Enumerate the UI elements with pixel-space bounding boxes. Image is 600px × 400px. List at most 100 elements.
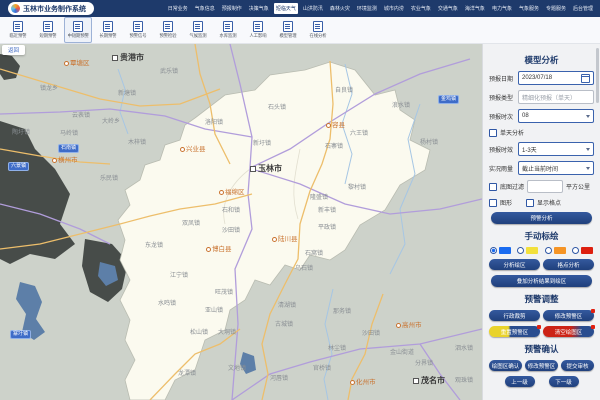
nav-item-2[interactable]: 预报制作 (220, 3, 244, 14)
document-icon (103, 21, 113, 32)
tab-label: 长期预警 (99, 33, 116, 39)
nav-item-14[interactable]: 专题服务 (544, 3, 568, 14)
panel-scrollbar[interactable] (596, 48, 599, 103)
tab-10[interactable]: 在线分析 (304, 17, 332, 43)
modify-warning-area-button[interactable]: 修改预警区 (543, 310, 594, 321)
forecast-validity-select[interactable]: 1-3天 (518, 142, 594, 156)
modify-warning-area-confirm-button[interactable]: 修改预警区 (525, 360, 558, 371)
top-header: 玉林市业务制作系统 日常业务气象信息预报制作决策气象短临天气山洪防汛森林火灾环境… (0, 0, 600, 17)
red-swatch (581, 247, 593, 254)
chevron-down-icon (586, 115, 590, 118)
forecast-date-input[interactable]: 2023/07/18 (518, 71, 594, 85)
nav-item-0[interactable]: 日常业务 (166, 3, 190, 14)
tab-9[interactable]: 模型管理 (274, 17, 302, 43)
forecast-date-label: 预报日期 (489, 74, 515, 83)
clear-draw-area-button[interactable]: 清空绘图区 (543, 326, 594, 337)
single-day-label: 单天分析 (500, 128, 524, 137)
chevron-down-icon (586, 148, 590, 151)
forecast-time-select[interactable]: 08 (518, 109, 594, 123)
tab-label: 临近预警 (9, 33, 26, 39)
map-canvas[interactable]: 贵港市玉林市茂名市覃塘区横州市兴业县容县福绵区陆川县博白县高州市化州市武乐镇镇龙… (0, 44, 482, 400)
single-day-checkbox[interactable] (489, 129, 497, 137)
forecast-validity-label: 预报时效 (489, 145, 515, 154)
tab-label: 气候监测 (189, 33, 206, 39)
top-nav: 日常业务气象信息预报制作决策气象短临天气山洪防汛森林火灾环境监测城市内涝农业气象… (166, 3, 595, 14)
model-analysis-panel: 模型分析 预报日期 2023/07/18 预报类型 精细化预报（单天） 预报时次… (482, 44, 600, 400)
warning-confirm-title: 预警确认 (489, 343, 594, 355)
app-window: 玉林市业务制作系统 日常业务气象信息预报制作决策气象短临天气山洪防汛森林火灾环境… (0, 0, 600, 400)
next-button[interactable]: 下一级 (549, 376, 579, 387)
document-icon (193, 21, 203, 32)
document-icon (253, 21, 263, 32)
tab-4[interactable]: 预警信号 (124, 17, 152, 43)
document-icon (223, 21, 233, 32)
map-base (0, 44, 482, 400)
nav-item-3[interactable]: 决策气象 (247, 3, 271, 14)
document-icon (43, 21, 53, 32)
nav-item-4[interactable]: 短临天气 (274, 3, 298, 14)
tab-label: 人工影响 (249, 33, 266, 39)
yellow-swatch (526, 247, 538, 254)
color-radio-red[interactable] (572, 247, 579, 254)
document-icon (73, 21, 83, 32)
admin-clip-button[interactable]: 行政裁剪 (489, 310, 540, 321)
color-radio-yellow[interactable] (517, 247, 524, 254)
nav-item-8[interactable]: 城市内涝 (382, 3, 406, 14)
graphic-label: 图形 (500, 198, 512, 207)
calendar-icon[interactable] (581, 74, 590, 83)
forecast-type-label: 预报类型 (489, 93, 515, 102)
map-back-button[interactable]: 返回 (2, 45, 25, 55)
panel-title: 模型分析 (489, 54, 594, 66)
tab-1[interactable]: 短期预警 (34, 17, 62, 43)
rainfall-select[interactable]: 截止当前时间 (518, 161, 594, 175)
nav-item-5[interactable]: 山洪防汛 (301, 3, 325, 14)
area-threshold-input[interactable] (527, 180, 563, 193)
rainfall-value: 截止当前时间 (522, 164, 558, 173)
graphic-checkbox[interactable] (489, 199, 497, 207)
basemap-filter-checkbox[interactable] (489, 183, 497, 191)
area-unit-label: 平方公里 (566, 182, 590, 191)
tab-3[interactable]: 长期预警 (94, 17, 122, 43)
tab-label: 预警信号 (129, 33, 146, 39)
show-grid-label: 显示格点 (537, 198, 561, 207)
show-grid-checkbox[interactable] (526, 199, 534, 207)
orange-swatch (554, 247, 566, 254)
nav-item-6[interactable]: 森林火灾 (328, 3, 352, 14)
color-radio-blue[interactable] (490, 247, 497, 254)
blue-swatch (499, 247, 511, 254)
nav-item-12[interactable]: 电力气象 (490, 3, 514, 14)
tab-label: 中短期预警 (67, 33, 88, 39)
tab-5[interactable]: 预警检验 (154, 17, 182, 43)
warning-analysis-button[interactable]: 预警分析 (491, 212, 592, 224)
nav-item-1[interactable]: 气象信息 (193, 3, 217, 14)
tab-0[interactable]: 临近预警 (4, 17, 32, 43)
tab-label: 预警检验 (159, 33, 176, 39)
color-swatch-row (490, 247, 593, 254)
tab-8[interactable]: 人工影响 (244, 17, 272, 43)
draw-area-confirm-button[interactable]: 绘图区确认 (489, 360, 522, 371)
color-radio-orange[interactable] (545, 247, 552, 254)
submit-review-button[interactable]: 提交审核 (561, 360, 594, 371)
forecast-time-value: 08 (522, 113, 529, 119)
overlay-result-button[interactable]: 叠加分析结果到绘区 (491, 275, 592, 287)
nav-item-15[interactable]: 后台管理 (571, 3, 595, 14)
reset-warning-area-button[interactable]: 重置预警区 (489, 326, 540, 337)
document-icon (283, 21, 293, 32)
rainfall-label: 实况雨量 (489, 164, 515, 173)
forecast-type-input[interactable]: 精细化预报（单天） (518, 90, 594, 104)
analyze-region-button[interactable]: 分析绘区 (489, 259, 540, 270)
app-logo: 玉林市业务制作系统 (8, 2, 94, 15)
nav-item-10[interactable]: 交通气象 (436, 3, 460, 14)
nav-item-11[interactable]: 海洋气象 (463, 3, 487, 14)
grid-analysis-button[interactable]: 格点分析 (543, 259, 594, 270)
nav-item-13[interactable]: 气象服务 (517, 3, 541, 14)
tab-2[interactable]: 中短期预警 (64, 17, 92, 43)
previous-button[interactable]: 上一级 (505, 376, 535, 387)
tab-label: 短期预警 (39, 33, 56, 39)
nav-item-7[interactable]: 环境监测 (355, 3, 379, 14)
tab-label: 水库监测 (219, 33, 236, 39)
nav-item-9[interactable]: 农业气象 (409, 3, 433, 14)
tab-6[interactable]: 气候监测 (184, 17, 212, 43)
tab-7[interactable]: 水库监测 (214, 17, 242, 43)
document-icon (133, 21, 143, 32)
